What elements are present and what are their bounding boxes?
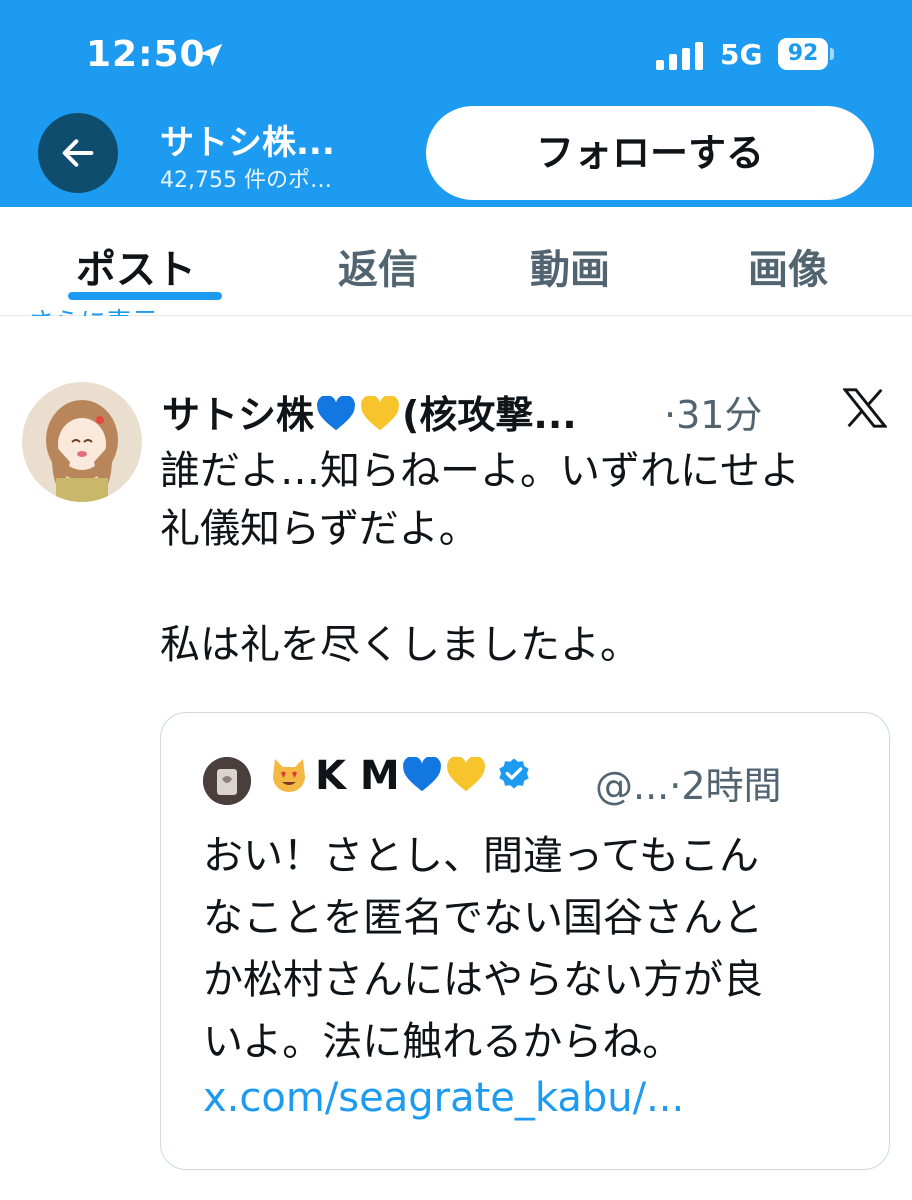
network-type: 5G — [720, 38, 763, 71]
active-tab-indicator — [68, 292, 222, 300]
post-timestamp[interactable]: ·31分 — [664, 384, 762, 439]
post-line-blank — [160, 558, 890, 616]
post-text: 誰だよ…知らねーよ。いずれにせよ 礼儀知らずだよ。 私は礼を尽くしましたよ。 — [160, 442, 890, 674]
x-logo-icon — [843, 388, 887, 428]
top-bar: 12:50 5G 92 サトシ株... 42,755 件のポ… フォローする — [0, 0, 912, 207]
blue-heart-icon — [317, 396, 355, 431]
quoted-author-name-text: K M — [315, 753, 400, 799]
tab-images[interactable]: 画像 — [748, 237, 828, 295]
quoted-author-avatar — [203, 757, 251, 805]
profile-title: サトシ株... — [160, 123, 335, 163]
smiling-cat-heart-eyes-icon — [273, 759, 305, 792]
cellular-signal-icon — [656, 42, 703, 70]
quoted-post[interactable]: K M @...·2時間 おい！さとし、間違ってもこん なことを匿名でない国谷さ… — [160, 712, 890, 1170]
back-arrow-icon — [62, 139, 94, 167]
quoted-line: いよ。法に触れるからね。 — [203, 1019, 683, 1065]
back-button[interactable] — [38, 113, 118, 193]
quoted-text: おい！さとし、間違ってもこん なことを匿名でない国谷さんと か松村さんにはやらな… — [203, 825, 853, 1073]
verified-badge-icon — [499, 758, 529, 789]
battery-icon: 92 — [778, 38, 834, 70]
quoted-author-name: K M — [267, 753, 532, 799]
quoted-line: おい！さとし、間違ってもこん — [203, 833, 759, 879]
quoted-line: なことを匿名でない国谷さんと — [203, 895, 763, 941]
author-name[interactable]: サトシ株 (核攻撃... — [162, 384, 577, 439]
battery-level: 92 — [787, 41, 819, 66]
location-arrow-icon — [199, 43, 223, 67]
tab-replies[interactable]: 返信 — [338, 237, 418, 295]
yellow-heart-icon — [446, 757, 485, 792]
quoted-line: か松村さんにはやらない方が良 — [203, 957, 763, 1003]
show-more-link-cutoff[interactable]: さらに表示 — [28, 302, 158, 316]
author-avatar[interactable] — [22, 382, 142, 502]
quoted-handle-time: @...·2時間 — [595, 764, 782, 808]
tab-posts[interactable]: ポスト — [76, 237, 196, 295]
post-line: 礼儀知らずだよ。 — [160, 506, 479, 552]
post-count: 42,755 件のポ… — [160, 168, 332, 193]
author-name-text: サトシ株 — [162, 393, 315, 437]
tab-videos[interactable]: 動画 — [530, 237, 610, 295]
author-name-suffix: (核攻撃... — [402, 393, 577, 437]
blue-heart-icon — [402, 757, 441, 792]
quoted-link[interactable]: x.com/seagrate_kabu/... — [203, 1075, 684, 1121]
post-line: 私は礼を尽くしましたよ。 — [160, 622, 640, 668]
post-line: 誰だよ…知らねーよ。いずれにせよ — [160, 448, 800, 494]
yellow-heart-icon — [361, 396, 399, 431]
follow-button[interactable]: フォローする — [426, 106, 874, 200]
status-time: 12:50 — [86, 34, 206, 75]
